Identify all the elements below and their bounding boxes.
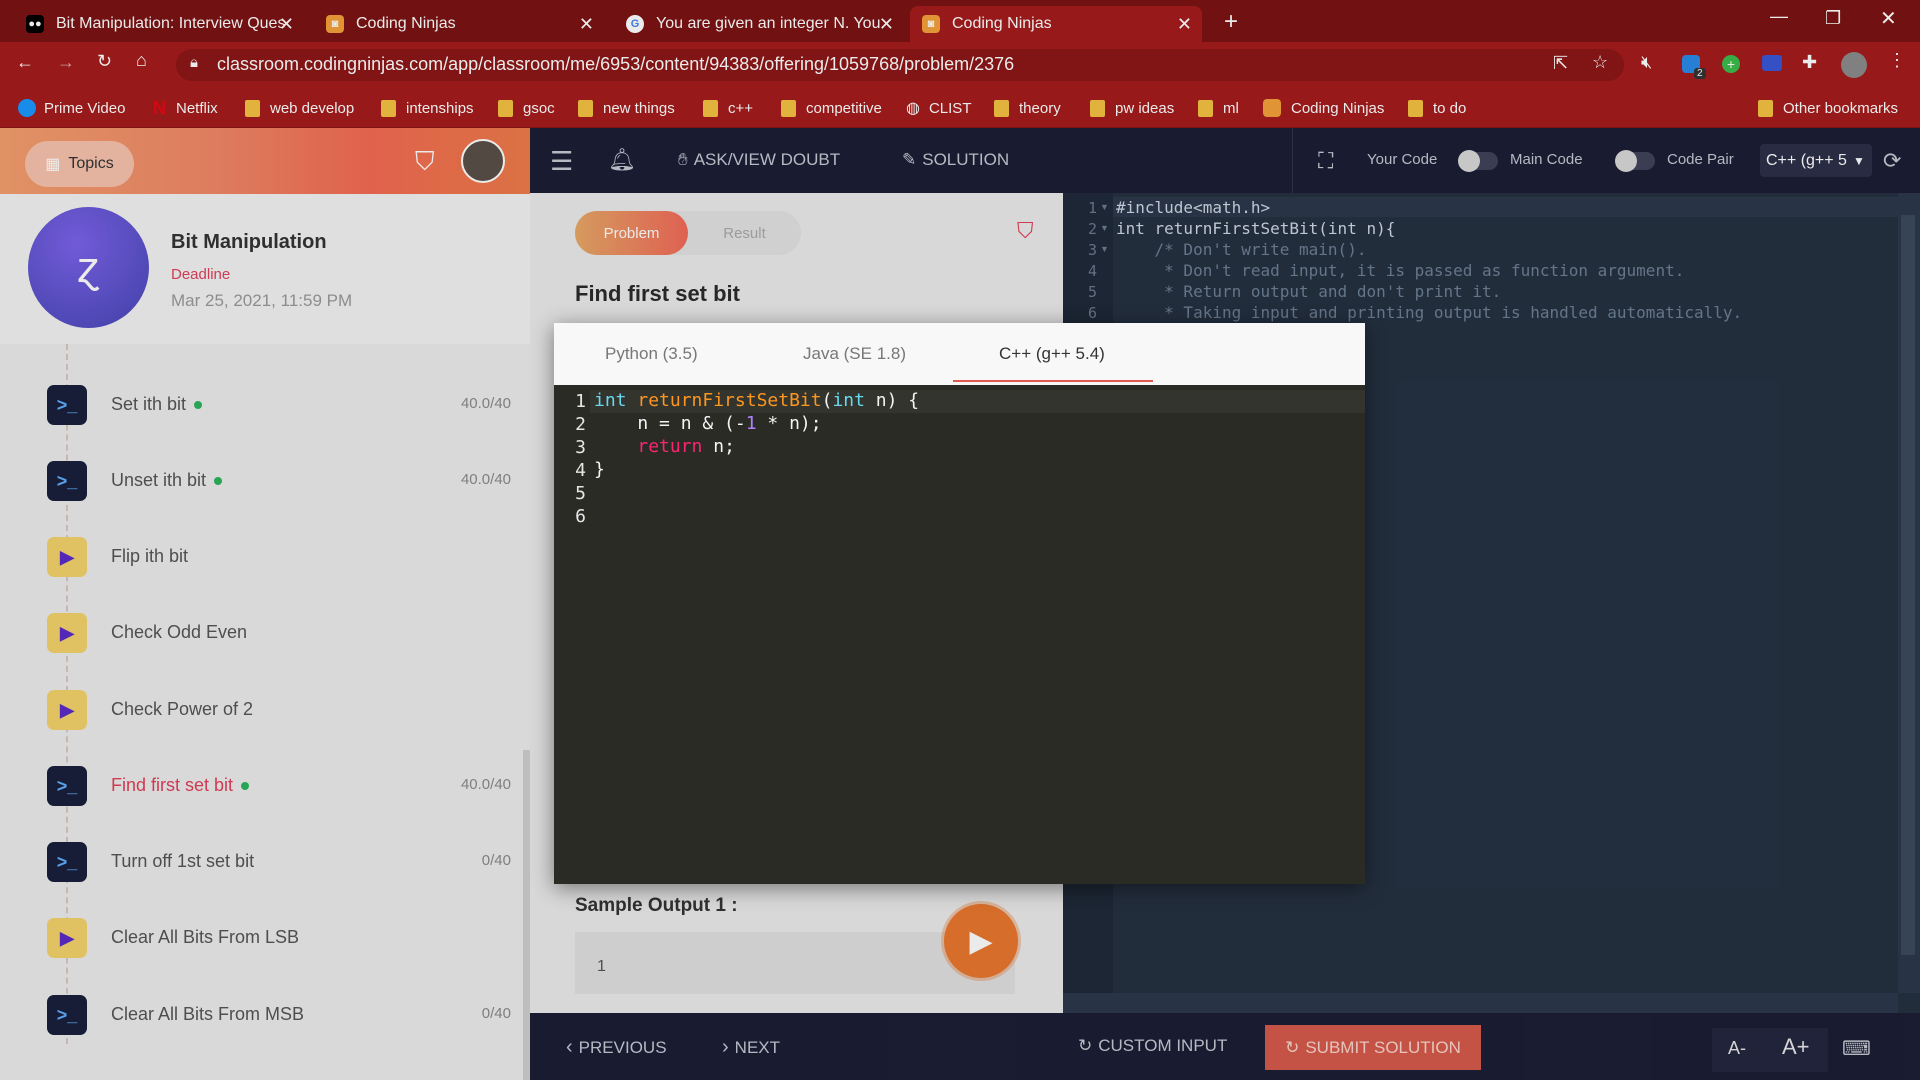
solution-code-line: n = n & (-1 * n); <box>594 413 822 434</box>
tab-java[interactable]: Java (SE 1.8) <box>803 344 906 364</box>
line-number: 2 <box>575 414 586 435</box>
line-number: 1 <box>575 391 586 412</box>
line-number: 4 <box>575 460 586 481</box>
tab-python[interactable]: Python (3.5) <box>605 344 698 364</box>
solution-code-line: int returnFirstSetBit(int n) { <box>594 390 920 411</box>
solution-code-line: return n; <box>637 436 735 457</box>
line-number: 3 <box>575 437 586 458</box>
tab-cpp[interactable]: C++ (g++ 5.4) <box>999 344 1105 364</box>
browser-window: { "browser":{ "tabs":[ {"title":"Bit Man… <box>0 0 1920 1080</box>
active-tab-underline <box>953 380 1153 382</box>
solution-code-line: } <box>594 459 605 480</box>
line-number: 6 <box>575 506 586 527</box>
line-number: 5 <box>575 483 586 504</box>
